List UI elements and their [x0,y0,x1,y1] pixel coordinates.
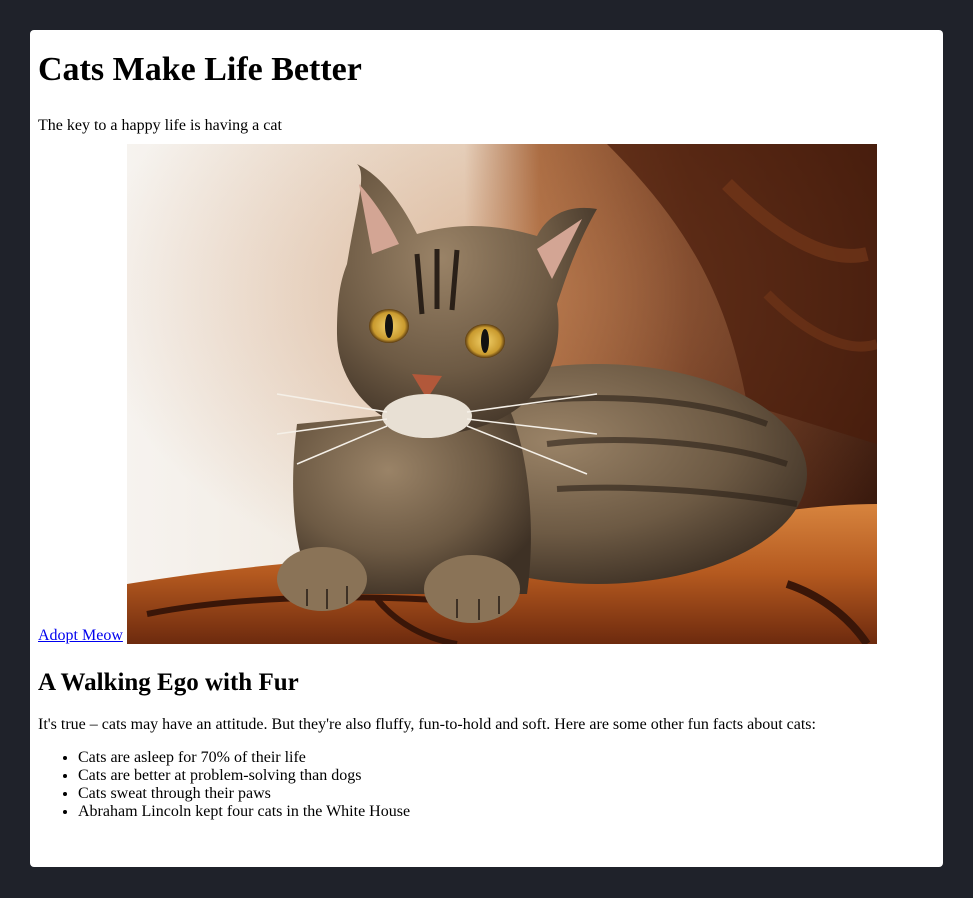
adopt-meow-link[interactable]: Adopt Meow [38,627,123,645]
facts-list: Cats are asleep for 70% of their life Ca… [38,749,410,821]
list-item: Cats are better at problem-solving than … [78,767,410,785]
page-subtitle: The key to a happy life is having a cat [38,117,282,134]
list-item: Cats sweat through their paws [78,785,410,803]
content-card: Cats Make Life Better The key to a happy… [30,30,943,867]
hero-section: Adopt Meow [38,144,878,644]
page-title: Cats Make Life Better [38,51,362,88]
section-heading: A Walking Ego with Fur [38,669,299,696]
cat-image [127,144,877,644]
intro-paragraph: It's true – cats may have an attitude. B… [38,716,816,733]
list-item: Abraham Lincoln kept four cats in the Wh… [78,803,410,821]
list-item: Cats are asleep for 70% of their life [78,749,410,767]
